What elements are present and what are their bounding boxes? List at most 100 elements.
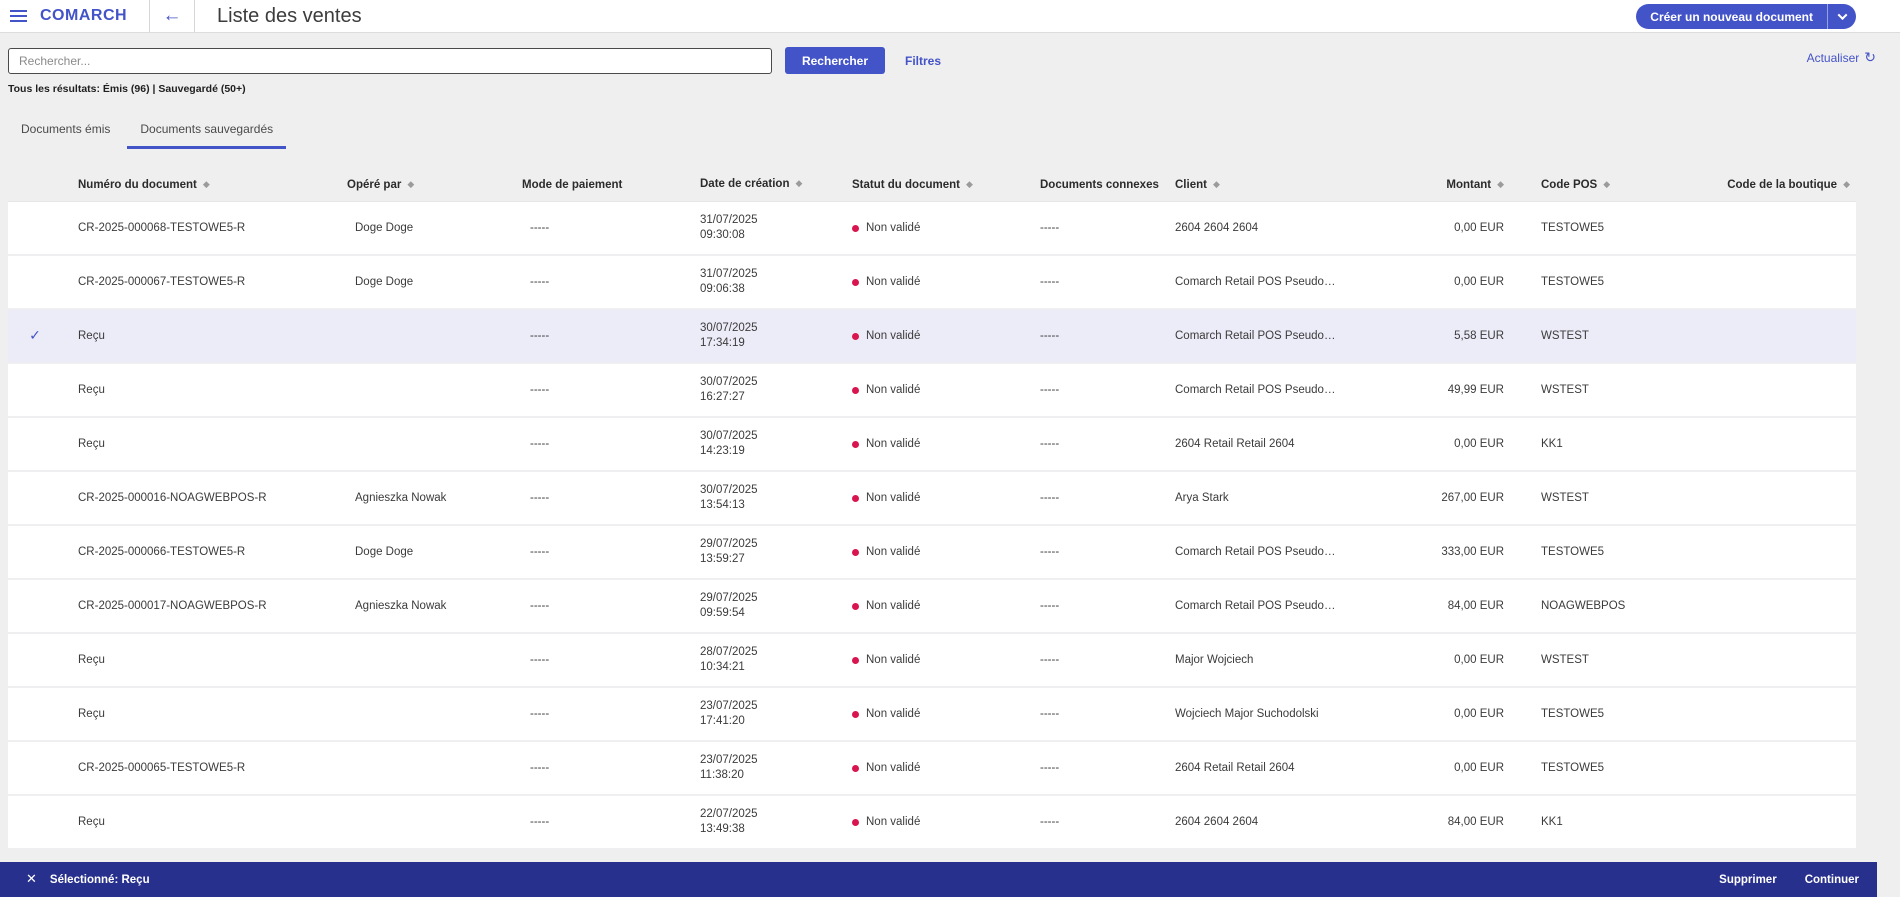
amount: 0,00 EUR: [1454, 438, 1504, 450]
pos-code: WSTEST: [1541, 384, 1589, 396]
related-documents: -----: [1040, 708, 1060, 720]
creation-time-value: 13:54:13: [700, 499, 745, 511]
status-label: Non validé: [866, 546, 921, 558]
status-label: Non validé: [866, 330, 921, 342]
table-row[interactable]: Reçu ----- 30/07/2025 16:27:27 Non validé ---…: [8, 364, 1856, 418]
payment-method: -----: [530, 546, 550, 558]
status-label: Non validé: [866, 816, 921, 828]
column-header-label: Montant: [1446, 178, 1492, 191]
page-title: Liste des ventes: [217, 4, 362, 27]
amount: 84,00 EUR: [1447, 816, 1504, 828]
refresh-link[interactable]: Actualiser ↻: [1807, 50, 1876, 66]
creation-date-value: 30/07/2025: [700, 430, 758, 442]
table-row[interactable]: CR-2025-000017-NOAGWEBPOS-R Agnieszka Now…: [8, 580, 1856, 634]
row-checkmark-icon[interactable]: ✓: [8, 328, 62, 344]
table-row[interactable]: Reçu ----- 28/07/2025 10:34:21 Non validé ---…: [8, 634, 1856, 688]
related-documents: -----: [1040, 438, 1060, 450]
column-header-num[interactable]: Numéro du document ◆: [62, 179, 347, 191]
search-button[interactable]: Rechercher: [785, 47, 885, 74]
creation-time-value: 09:59:54: [700, 607, 745, 619]
column-header-status[interactable]: Statut du document ◆: [838, 179, 1025, 191]
creation-date: 29/07/2025 09:59:54: [688, 591, 838, 621]
close-icon[interactable]: ✕: [26, 872, 37, 887]
create-document-button[interactable]: Créer un nouveau document: [1636, 4, 1856, 29]
client: 2604 Retail Retail 2604: [1175, 762, 1295, 774]
create-document-dropdown[interactable]: [1828, 4, 1856, 29]
document-status: Non validé: [838, 600, 1025, 612]
column-header-pos[interactable]: Code POS ◆: [1508, 179, 1663, 191]
sort-icon: ◆: [1843, 179, 1850, 190]
client: 2604 2604 2604: [1175, 222, 1259, 234]
amount: 0,00 EUR: [1454, 222, 1504, 234]
document-status: Non validé: [838, 708, 1025, 720]
status-label: Non validé: [866, 600, 921, 612]
document-status: Non validé: [838, 222, 1025, 234]
amount: 267,00 EUR: [1441, 492, 1504, 504]
document-number: CR-2025-000016-NOAGWEBPOS-R: [78, 492, 267, 504]
column-header-shop[interactable]: Code de la boutique ◆: [1663, 179, 1856, 191]
table-header-row: Numéro du document ◆ Opéré par ◆ Mode de pai…: [8, 168, 1856, 201]
refresh-icon: ↻: [1864, 50, 1876, 66]
table-row[interactable]: CR-2025-000068-TESTOWE5-R Doge Doge ----- 3…: [8, 202, 1856, 256]
creation-time-value: 09:30:08: [700, 229, 745, 241]
creation-date-value: 31/07/2025: [700, 214, 758, 226]
chevron-down-icon: [1837, 10, 1847, 21]
status-label: Non validé: [866, 762, 921, 774]
tab-documents-sauvegardes[interactable]: Documents sauvegardés: [127, 122, 287, 149]
amount: 84,00 EUR: [1447, 600, 1504, 612]
pos-code: KK1: [1541, 438, 1563, 450]
creation-time-value: 17:34:19: [700, 337, 745, 349]
column-header-date[interactable]: Date de création ◆: [688, 177, 838, 192]
status-dot-icon: [852, 224, 859, 232]
table-row[interactable]: CR-2025-000016-NOAGWEBPOS-R Agnieszka Now…: [8, 472, 1856, 526]
payment-method: -----: [530, 438, 550, 450]
creation-time-value: 11:38:20: [700, 769, 744, 781]
column-header-label: Documents connexes: [1040, 178, 1159, 191]
table-row[interactable]: Reçu ----- 23/07/2025 17:41:20 Non validé ---…: [8, 688, 1856, 742]
menu-icon[interactable]: [0, 0, 40, 32]
pos-code: WSTEST: [1541, 654, 1589, 666]
pos-code: NOAGWEBPOS: [1541, 600, 1626, 612]
table-row[interactable]: Reçu ----- 30/07/2025 14:23:19 Non validé ---…: [8, 418, 1856, 472]
payment-method: -----: [530, 222, 550, 234]
payment-method: -----: [530, 384, 550, 396]
tab-documents-emis[interactable]: Documents émis: [8, 122, 123, 149]
table-row[interactable]: CR-2025-000065-TESTOWE5-R ----- 23/07/2025…: [8, 742, 1856, 796]
document-number: Reçu: [78, 438, 105, 450]
search-input[interactable]: [8, 47, 772, 74]
pos-code: TESTOWE5: [1541, 276, 1605, 288]
creation-date-value: 30/07/2025: [700, 322, 758, 334]
creation-date: 31/07/2025 09:06:38: [688, 267, 838, 297]
payment-method: -----: [530, 654, 550, 666]
creation-time-value: 16:27:27: [700, 391, 745, 403]
documents-table: Numéro du document ◆ Opéré par ◆ Mode de pai…: [8, 168, 1856, 850]
sort-icon: ◆: [1603, 179, 1611, 190]
status-dot-icon: [852, 332, 859, 340]
table-row[interactable]: Reçu ----- 22/07/2025 13:49:38 Non validé ---…: [8, 796, 1856, 850]
document-status: Non validé: [838, 546, 1025, 558]
client: Comarch Retail POS Pseudopa...: [1175, 330, 1340, 342]
status-dot-icon: [852, 278, 859, 286]
column-header-label: Mode de paiement: [522, 178, 623, 191]
creation-time-value: 17:41:20: [700, 715, 745, 727]
column-header-amount[interactable]: Montant ◆: [1340, 179, 1508, 191]
client: Comarch Retail POS Pseudopa...: [1175, 276, 1340, 288]
column-header-operator[interactable]: Opéré par ◆: [347, 179, 522, 191]
continue-button[interactable]: Continuer: [1805, 874, 1859, 886]
creation-date: 28/07/2025 10:34:21: [688, 645, 838, 675]
client: 2604 Retail Retail 2604: [1175, 438, 1295, 450]
payment-method: -----: [530, 600, 550, 612]
back-arrow-icon[interactable]: ←: [150, 0, 194, 32]
table-row[interactable]: ✓ Reçu ----- 30/07/2025 17:34:19 Non validé --…: [8, 310, 1856, 364]
delete-button[interactable]: Supprimer: [1719, 874, 1777, 886]
filters-link[interactable]: Filtres: [905, 54, 941, 68]
document-number: Reçu: [78, 816, 105, 828]
app-header: COMARCH ← Liste des ventes Créer un nouv…: [0, 0, 1900, 33]
table-row[interactable]: CR-2025-000066-TESTOWE5-R Doge Doge ----- 2…: [8, 526, 1856, 580]
related-documents: -----: [1040, 654, 1060, 666]
table-row[interactable]: CR-2025-000067-TESTOWE5-R Doge Doge ----- 3…: [8, 256, 1856, 310]
payment-method: -----: [530, 492, 550, 504]
related-documents: -----: [1040, 492, 1060, 504]
amount: 5,58 EUR: [1454, 330, 1504, 342]
column-header-client[interactable]: Client ◆: [1160, 179, 1340, 191]
